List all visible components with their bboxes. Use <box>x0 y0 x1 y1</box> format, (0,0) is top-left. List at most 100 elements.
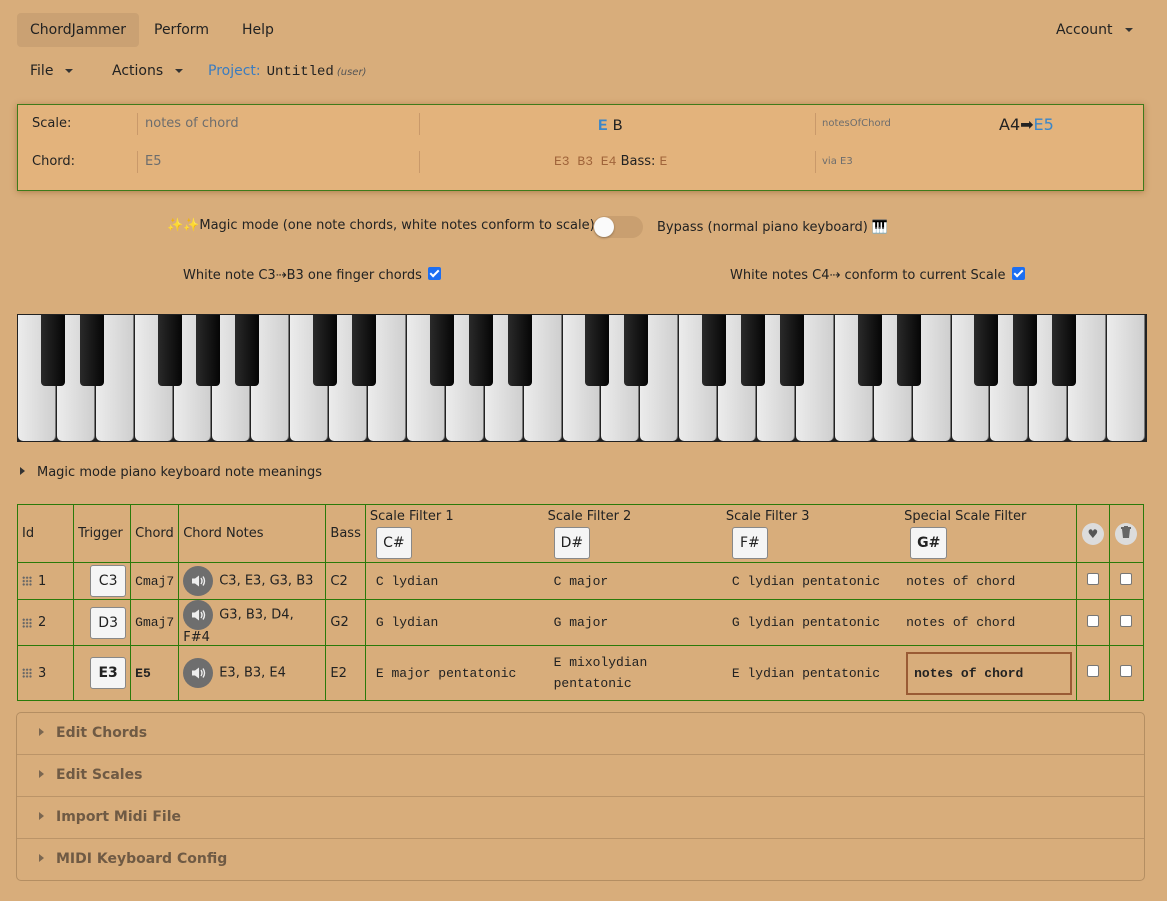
scale-filter-1-value[interactable]: G lydian <box>365 599 544 646</box>
table-row: 2 D3 Gmaj7 G3, B3, D4, F#4 G2 G lydian G… <box>16 599 1145 646</box>
scale-filter-3-value[interactable]: G lydian pentatonic <box>721 599 901 646</box>
trigger-button[interactable]: C3 <box>90 565 127 597</box>
nav-chordjammer[interactable]: ChordJammer <box>17 13 139 47</box>
black-key[interactable] <box>1052 315 1077 386</box>
settings-accordion: Edit Chords Edit Scales Import Midi File MI… <box>16 712 1145 881</box>
black-key[interactable] <box>507 315 532 386</box>
white-key[interactable] <box>1107 315 1145 441</box>
header-id: Id <box>16 504 75 563</box>
project-type: (user) <box>336 67 367 78</box>
speaker-icon[interactable] <box>183 600 214 630</box>
magic-mode-text: Magic mode (one note chords, white notes… <box>199 218 595 233</box>
drag-handle-icon[interactable] <box>22 617 32 628</box>
scale-filter-2-value[interactable]: E mixolydian pentatonic <box>543 645 722 701</box>
divider <box>815 113 816 135</box>
one-finger-option: White note C3⇢B3 one finger chords <box>183 266 442 286</box>
chevron-down-icon <box>1124 28 1133 32</box>
delete-checkbox[interactable] <box>1120 614 1133 627</box>
trigger-button[interactable]: D3 <box>90 606 127 639</box>
scale-filter-3-value[interactable]: C lydian pentatonic <box>721 562 901 600</box>
black-key[interactable] <box>429 315 454 386</box>
scale-note-root: E <box>598 117 608 135</box>
file-menu[interactable]: File <box>30 58 74 84</box>
accordion-item-import-midi-file[interactable]: Import Midi File <box>17 797 1144 839</box>
actions-menu[interactable]: Actions <box>112 58 184 84</box>
black-key[interactable] <box>779 315 804 386</box>
black-key[interactable] <box>196 315 221 386</box>
drag-handle-icon[interactable] <box>22 668 32 678</box>
black-key[interactable] <box>352 315 377 386</box>
accordion-item-edit-scales[interactable]: Edit Scales <box>17 755 1144 797</box>
favorite-checkbox[interactable] <box>1086 614 1099 627</box>
row-id: 3 <box>38 665 47 681</box>
special-scale-filter-key-button[interactable]: G# <box>910 527 948 559</box>
note-meanings-toggle[interactable]: Magic mode piano keyboard note meanings <box>20 463 322 483</box>
divider <box>419 151 420 173</box>
black-key[interactable] <box>741 315 766 386</box>
black-key[interactable] <box>974 315 999 386</box>
scale-notes: E B <box>598 112 622 138</box>
piano-keyboard[interactable] <box>17 314 1147 442</box>
black-key[interactable] <box>624 315 649 386</box>
header-delete <box>1108 504 1145 563</box>
scale-filter-1-value[interactable]: C lydian <box>365 562 544 600</box>
scale-filter-2-value[interactable]: C major <box>543 562 722 600</box>
drag-handle-icon[interactable] <box>22 576 32 586</box>
accordion-label: Import Midi File <box>56 809 181 825</box>
trash-icon[interactable] <box>1115 522 1138 545</box>
header-scale-filter-1: Scale Filter 1 C# <box>365 504 544 563</box>
black-key[interactable] <box>157 315 182 386</box>
scale-label: Scale: <box>32 116 72 131</box>
special-scale-filter-value[interactable]: notes of chord <box>900 562 1077 600</box>
chord-notes-readout: E3 B3 E4 Bass: E <box>554 149 667 175</box>
bypass-label: Bypass (normal piano keyboard) 🎹 <box>657 220 889 235</box>
chord-name: Gmaj7 <box>130 599 180 646</box>
note-meanings-label: Magic mode piano keyboard note meanings <box>37 465 323 480</box>
black-key[interactable] <box>1013 315 1038 386</box>
nav-help[interactable]: Help <box>229 13 287 47</box>
delete-checkbox[interactable] <box>1120 665 1133 677</box>
trigger-cell: C3 <box>73 562 132 600</box>
conform-checkbox[interactable] <box>1011 267 1025 280</box>
top-nav: ChordJammer Perform Help Account <box>17 13 1147 47</box>
scale-note: B <box>612 117 623 135</box>
header-scale-filter-3: Scale Filter 3 F# <box>721 504 901 563</box>
scale-filter-1-key-button[interactable]: C# <box>375 527 412 559</box>
bypass-toggle[interactable] <box>593 216 643 238</box>
speaker-icon[interactable] <box>183 658 214 688</box>
black-key[interactable] <box>896 315 921 386</box>
speaker-icon[interactable] <box>183 566 214 596</box>
black-key[interactable] <box>585 315 610 386</box>
nav-perform[interactable]: Perform <box>141 13 222 47</box>
scale-filter-1-value[interactable]: E major pentatonic <box>365 645 544 701</box>
one-finger-checkbox[interactable] <box>428 267 442 280</box>
scale-filter-2-key-button[interactable]: D# <box>553 527 591 559</box>
heart-icon[interactable]: ♥ <box>1081 522 1104 545</box>
favorite-checkbox[interactable] <box>1086 573 1099 585</box>
trigger-cell: E3 <box>73 645 132 701</box>
accordion-item-midi-keyboard-config[interactable]: MIDI Keyboard Config <box>17 839 1144 881</box>
black-key[interactable] <box>235 315 260 386</box>
scale-filter-3-key-button[interactable]: F# <box>731 527 768 559</box>
delete-checkbox[interactable] <box>1120 573 1133 585</box>
scale-row: Scale: notes of chord E B notesOfChord A… <box>18 111 1143 149</box>
favorite-checkbox[interactable] <box>1086 665 1099 677</box>
actions-label: Actions <box>112 63 164 79</box>
triangle-right-icon <box>39 770 44 778</box>
account-menu[interactable]: Account <box>1043 13 1146 47</box>
black-key[interactable] <box>40 315 65 386</box>
black-key[interactable] <box>313 315 338 386</box>
black-key[interactable] <box>468 315 493 386</box>
accordion-item-edit-chords[interactable]: Edit Chords <box>17 713 1144 755</box>
special-scale-filter-value[interactable]: notes of chord <box>900 645 1077 701</box>
black-key[interactable] <box>702 315 727 386</box>
scale-filter-3-value[interactable]: E lydian pentatonic <box>721 645 901 701</box>
scale-filter-2-value[interactable]: G major <box>543 599 722 646</box>
special-scale-filter-value[interactable]: notes of chord <box>900 599 1077 646</box>
trigger-button[interactable]: E3 <box>90 657 127 689</box>
black-key[interactable] <box>79 315 104 386</box>
bass-note: E2 <box>325 645 366 701</box>
table-row: 3 E3 E5 E3, B3, E4 E2 E major pentatonic… <box>16 645 1145 701</box>
table-header: Id Trigger Chord Chord Notes Bass Scale … <box>16 504 1145 563</box>
black-key[interactable] <box>857 315 882 386</box>
